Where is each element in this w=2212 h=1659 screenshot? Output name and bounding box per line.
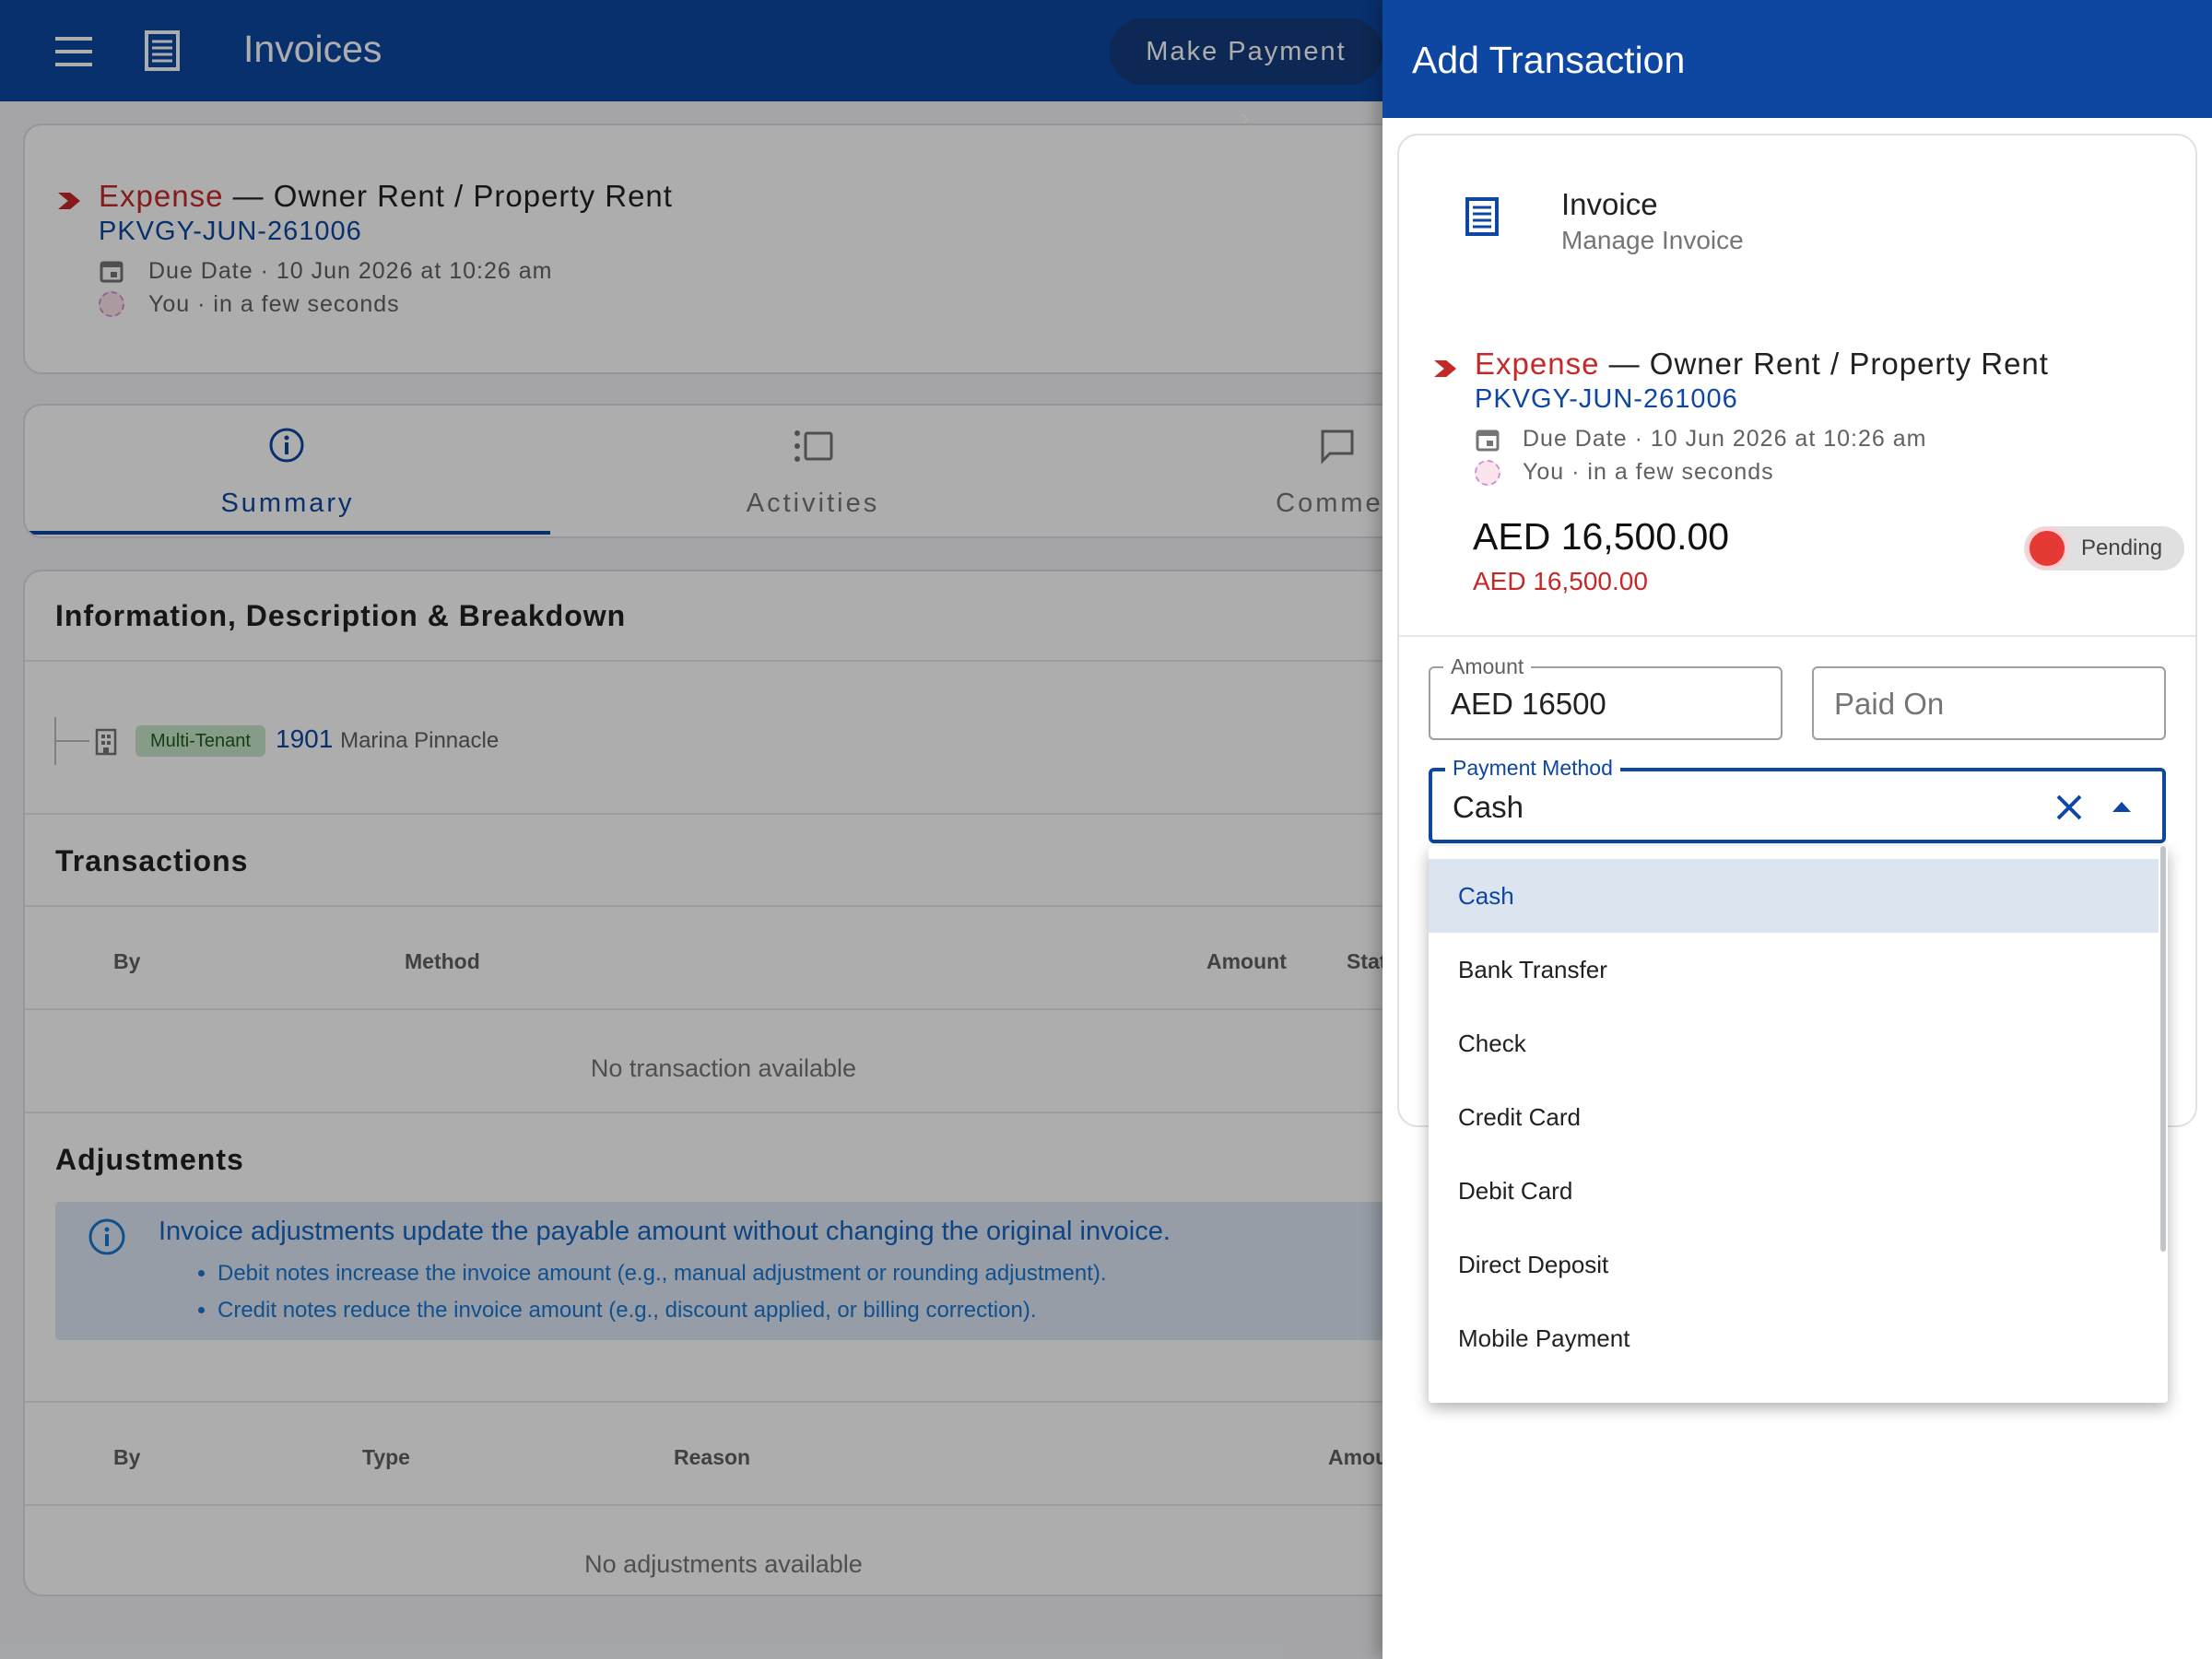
due-date: Due Date · 10 Jun 2026 at 10:26 am xyxy=(1523,426,1927,452)
invoice-code[interactable]: PKVGY-JUN-261006 xyxy=(1475,384,1738,415)
calendar-icon xyxy=(1476,429,1500,452)
drawer-title: Add Transaction xyxy=(1412,39,1686,81)
payment-method-select[interactable]: Payment Method Cash xyxy=(1429,756,2166,843)
card-title: Invoice xyxy=(1561,187,1658,221)
drawer-header: Add Transaction xyxy=(1382,0,2212,118)
expense-label: Expense xyxy=(1475,347,1600,381)
option-direct-deposit[interactable]: Direct Deposit xyxy=(1429,1228,2159,1301)
amount-value: AED 16500 xyxy=(1451,687,1606,721)
card-subtitle: Manage Invoice xyxy=(1561,226,1744,254)
dropdown-scrollbar[interactable] xyxy=(2160,846,2166,1252)
paid-on-field[interactable]: Paid On xyxy=(1812,666,2166,740)
payment-method-dropdown: Cash Bank Transfer Check Credit Card Deb… xyxy=(1429,846,2168,1403)
modal-backdrop[interactable] xyxy=(0,0,1382,1659)
expense-chevron-icon xyxy=(1434,360,1456,377)
payment-method-value: Cash xyxy=(1453,790,1524,824)
invoice-icon xyxy=(1465,197,1499,236)
option-debit-card[interactable]: Debit Card xyxy=(1429,1154,2159,1228)
chevron-up-icon[interactable] xyxy=(2111,799,2133,814)
add-transaction-drawer: Add Transaction Invoice Manage Invoice E… xyxy=(1382,0,2212,1659)
clear-icon[interactable] xyxy=(2053,792,2085,823)
option-mobile-payment[interactable]: Mobile Payment xyxy=(1429,1301,2159,1375)
due-amount: AED 16,500.00 xyxy=(1473,567,1648,595)
option-online-payment[interactable]: Online Payment Platform xyxy=(1429,1375,2159,1403)
payment-method-label: Payment Method xyxy=(1445,756,1620,781)
pending-status-icon xyxy=(2026,527,2068,570)
option-bank-transfer[interactable]: Bank Transfer xyxy=(1429,933,2159,1006)
total-amount: AED 16,500.00 xyxy=(1473,515,1730,558)
invoice-category: Owner Rent / Property Rent xyxy=(1649,347,2049,381)
option-check[interactable]: Check xyxy=(1429,1006,2159,1080)
option-cash[interactable]: Cash xyxy=(1429,859,2159,933)
amount-field[interactable]: Amount AED 16500 xyxy=(1429,654,1783,740)
invoice-type-line: Expense — Owner Rent / Property Rent xyxy=(1475,347,2049,381)
status-badge: Pending xyxy=(2024,526,2184,571)
user-avatar xyxy=(1475,460,1500,486)
created-by: You · in a few seconds xyxy=(1523,459,1774,485)
amount-label: Amount xyxy=(1443,654,1532,679)
option-credit-card[interactable]: Credit Card xyxy=(1429,1080,2159,1154)
paid-on-placeholder: Paid On xyxy=(1834,687,1945,721)
